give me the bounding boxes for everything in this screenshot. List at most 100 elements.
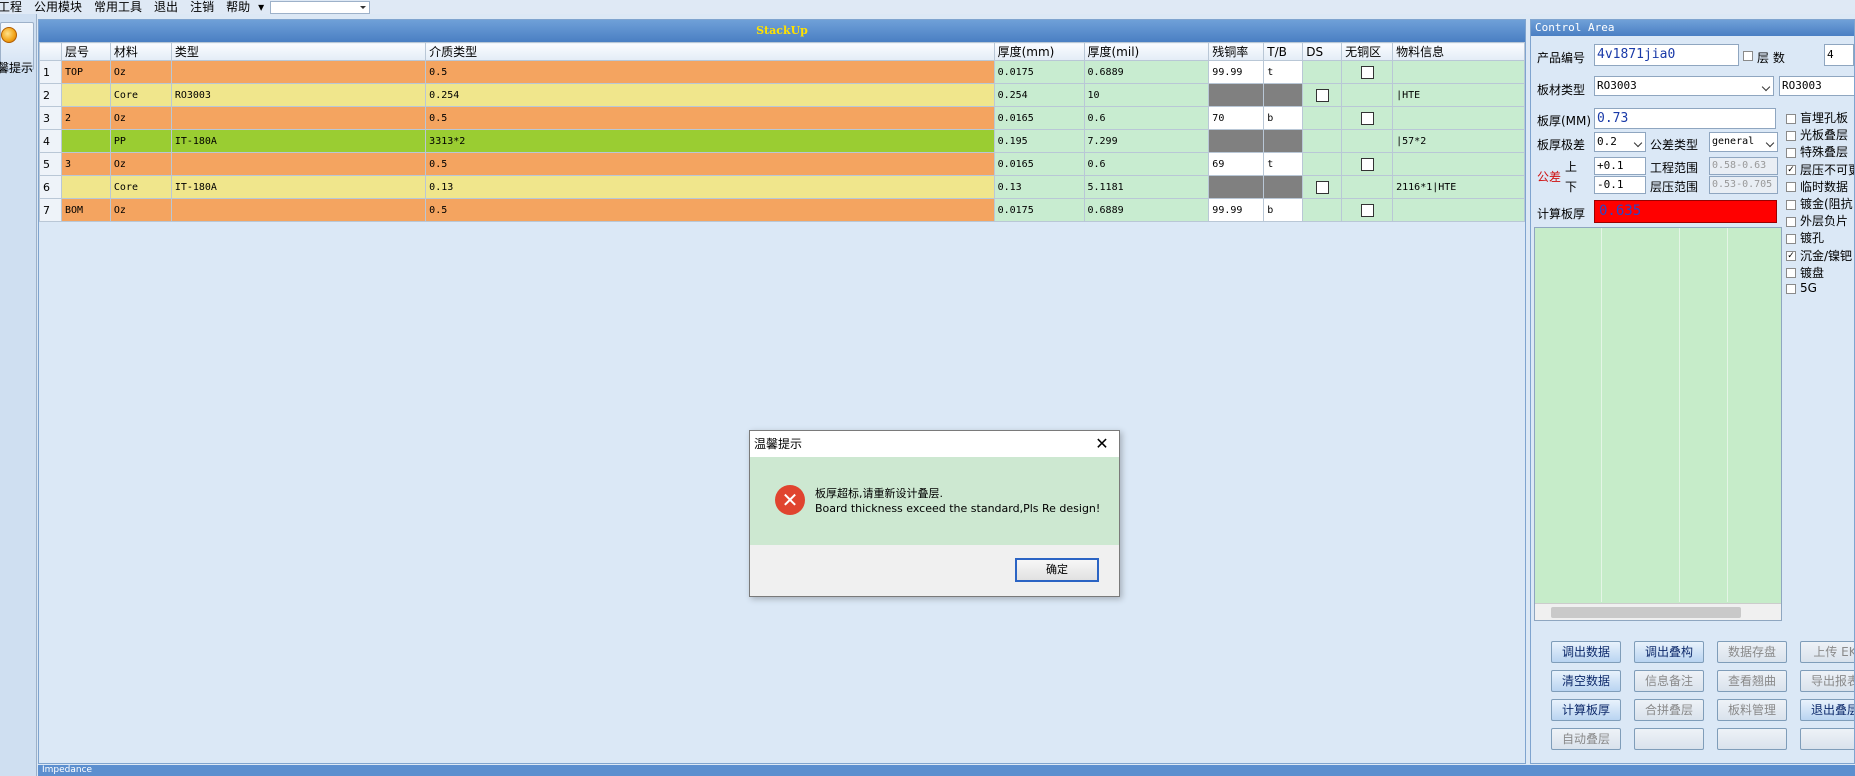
cell-ds[interactable] <box>1302 83 1343 107</box>
cell-nocopper[interactable] <box>1341 198 1394 222</box>
option-checkbox[interactable] <box>1786 130 1796 141</box>
cell-dielectric[interactable]: 3313*2 <box>425 129 995 153</box>
action-button[interactable]: 调出叠构 <box>1634 641 1704 663</box>
cell-mil[interactable]: 0.6 <box>1083 152 1210 176</box>
scrollbar-thumb[interactable] <box>1551 607 1741 618</box>
action-button[interactable] <box>1800 728 1854 750</box>
option-checkbox[interactable] <box>1786 199 1796 210</box>
close-icon[interactable]: ✕ <box>1093 435 1111 453</box>
cell-tb[interactable]: t <box>1263 152 1304 176</box>
cell-copper[interactable]: 99.99 <box>1208 198 1265 222</box>
column-header[interactable]: 材料 <box>109 42 172 61</box>
menu-common-tools[interactable]: 常用工具 <box>88 0 148 14</box>
checkbox[interactable] <box>1360 111 1374 125</box>
cell-mm[interactable]: 0.0165 <box>993 152 1085 176</box>
cell-copper[interactable]: 69 <box>1208 152 1265 176</box>
cell-layer[interactable]: 2 <box>60 106 111 130</box>
option-row[interactable]: 5G <box>1786 281 1817 295</box>
column-header[interactable]: 残铜率 <box>1208 42 1265 61</box>
cell-material[interactable]: Oz <box>109 198 172 222</box>
action-button[interactable]: 板料管理 <box>1717 699 1787 721</box>
option-checkbox[interactable] <box>1786 113 1796 124</box>
cell-ds[interactable] <box>1302 175 1343 199</box>
cell-layer[interactable]: BOM <box>60 198 111 222</box>
row-number[interactable]: 7 <box>39 198 62 222</box>
action-button[interactable]: 上传 EK <box>1800 641 1854 663</box>
column-header[interactable]: DS <box>1302 42 1343 61</box>
action-button[interactable]: 调出数据 <box>1551 641 1621 663</box>
cell-material[interactable]: Core <box>109 175 172 199</box>
cell-layer[interactable] <box>60 175 111 199</box>
row-number[interactable]: 5 <box>39 152 62 176</box>
cell-dielectric[interactable]: 0.13 <box>425 175 995 199</box>
cell-type[interactable]: IT-180A <box>170 129 427 153</box>
column-header[interactable]: 厚度(mil) <box>1083 42 1210 61</box>
checkbox[interactable] <box>1360 203 1374 217</box>
cell-info[interactable]: |HTE <box>1392 83 1525 107</box>
cell-dielectric[interactable]: 0.254 <box>425 83 995 107</box>
cell-info[interactable] <box>1392 60 1525 84</box>
menu-logout[interactable]: 注销 <box>184 0 220 14</box>
cell-ds[interactable] <box>1302 60 1343 84</box>
cell-mil[interactable]: 0.6 <box>1083 106 1210 130</box>
thickness-tolerance-select[interactable]: 0.2 <box>1594 132 1646 152</box>
option-row[interactable]: 镀金(阻抗 <box>1786 195 1853 212</box>
action-button[interactable]: 信息备注 <box>1634 670 1704 692</box>
table-row[interactable]: 7 BOM Oz 0.5 0.0175 0.6889 99.99 b <box>39 198 1525 222</box>
cell-dielectric[interactable]: 0.5 <box>425 60 995 84</box>
cell-copper[interactable]: 99.99 <box>1208 60 1265 84</box>
row-number[interactable]: 4 <box>39 129 62 153</box>
option-checkbox[interactable] <box>1786 268 1796 279</box>
cell-mm[interactable]: 0.0165 <box>993 106 1085 130</box>
cell-material[interactable]: Oz <box>109 106 172 130</box>
option-row[interactable]: ✓ 层压不可更 <box>1786 161 1854 178</box>
hint-button[interactable]: 温馨提示 <box>0 22 34 75</box>
menu-project[interactable]: 工程 <box>0 0 28 14</box>
cell-info[interactable] <box>1392 198 1525 222</box>
cell-copper[interactable] <box>1208 129 1265 153</box>
column-header[interactable]: T/B <box>1263 42 1304 61</box>
column-header[interactable]: 厚度(mm) <box>993 42 1085 61</box>
cell-info[interactable]: |57*2 <box>1392 129 1525 153</box>
cell-mm[interactable]: 0.254 <box>993 83 1085 107</box>
cell-nocopper[interactable] <box>1341 60 1394 84</box>
row-number[interactable]: 3 <box>39 106 62 130</box>
upper-tolerance-input[interactable]: +0.1 <box>1594 157 1646 175</box>
checkbox[interactable] <box>1315 88 1329 102</box>
row-number[interactable]: 1 <box>39 60 62 84</box>
cell-dielectric[interactable]: 0.5 <box>425 198 995 222</box>
option-checkbox[interactable] <box>1786 182 1796 193</box>
table-row[interactable]: 6 Core IT-180A 0.13 0.13 5.1181 2116*1|HTE <box>39 175 1525 199</box>
menu-help[interactable]: 帮助 <box>220 0 256 14</box>
option-row[interactable]: 特殊叠层 <box>1786 143 1848 160</box>
action-button[interactable]: 查看翘曲 <box>1717 670 1787 692</box>
cell-material[interactable]: Oz <box>109 60 172 84</box>
action-button[interactable]: 合拼叠层 <box>1634 699 1704 721</box>
cell-mm[interactable]: 0.195 <box>993 129 1085 153</box>
cell-material[interactable]: PP <box>109 129 172 153</box>
menu-combo[interactable] <box>270 0 371 14</box>
cell-tb[interactable]: t <box>1263 60 1304 84</box>
board-thickness-input[interactable]: 0.73 <box>1594 108 1776 129</box>
cell-dielectric[interactable]: 0.5 <box>425 152 995 176</box>
option-row[interactable]: 镀孔 <box>1786 229 1824 246</box>
cell-ds[interactable] <box>1302 106 1343 130</box>
grid-horizontal-scrollbar[interactable] <box>1535 603 1781 620</box>
table-row[interactable]: 2 Core RO3003 0.254 0.254 10 |HTE <box>39 83 1525 107</box>
cell-info[interactable] <box>1392 152 1525 176</box>
table-row[interactable]: 4 PP IT-180A 3313*2 0.195 7.299 |57*2 <box>39 129 1525 153</box>
checkbox[interactable] <box>1360 65 1374 79</box>
cell-tb[interactable] <box>1263 129 1304 153</box>
action-button[interactable] <box>1717 728 1787 750</box>
cell-material[interactable]: Oz <box>109 152 172 176</box>
cell-layer[interactable] <box>60 129 111 153</box>
option-row[interactable]: 外层负片 <box>1786 212 1848 229</box>
column-header[interactable]: 介质类型 <box>425 42 995 61</box>
option-checkbox[interactable] <box>1786 283 1796 294</box>
action-button[interactable]: 清空数据 <box>1551 670 1621 692</box>
action-button[interactable]: 自动叠层 <box>1551 728 1621 750</box>
menu-help-arrow[interactable]: ▾ <box>256 0 266 14</box>
cell-nocopper[interactable] <box>1341 129 1394 153</box>
column-header[interactable]: 物料信息 <box>1392 42 1525 61</box>
cell-tb[interactable] <box>1263 83 1304 107</box>
